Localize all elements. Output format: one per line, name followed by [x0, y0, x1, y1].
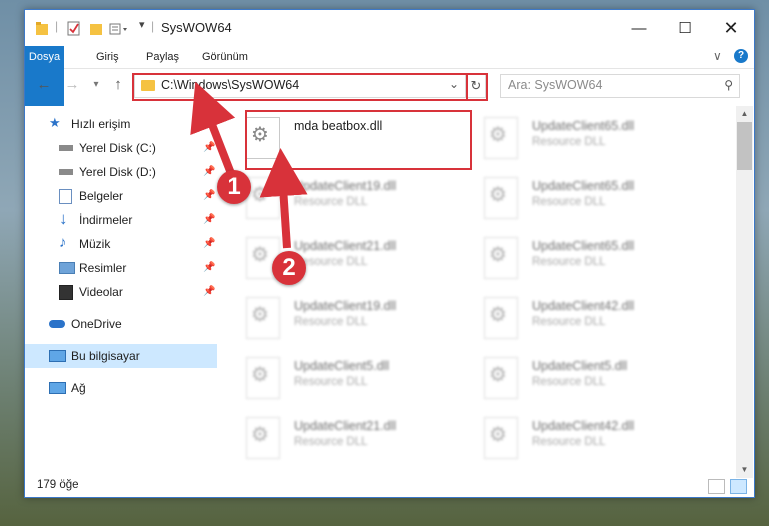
- annotation-arrows: [190, 81, 308, 249]
- callout-1: 1: [217, 170, 251, 204]
- arrow-2: [259, 148, 308, 249]
- arrow-1: [190, 81, 236, 178]
- callout-2: 2: [272, 251, 306, 285]
